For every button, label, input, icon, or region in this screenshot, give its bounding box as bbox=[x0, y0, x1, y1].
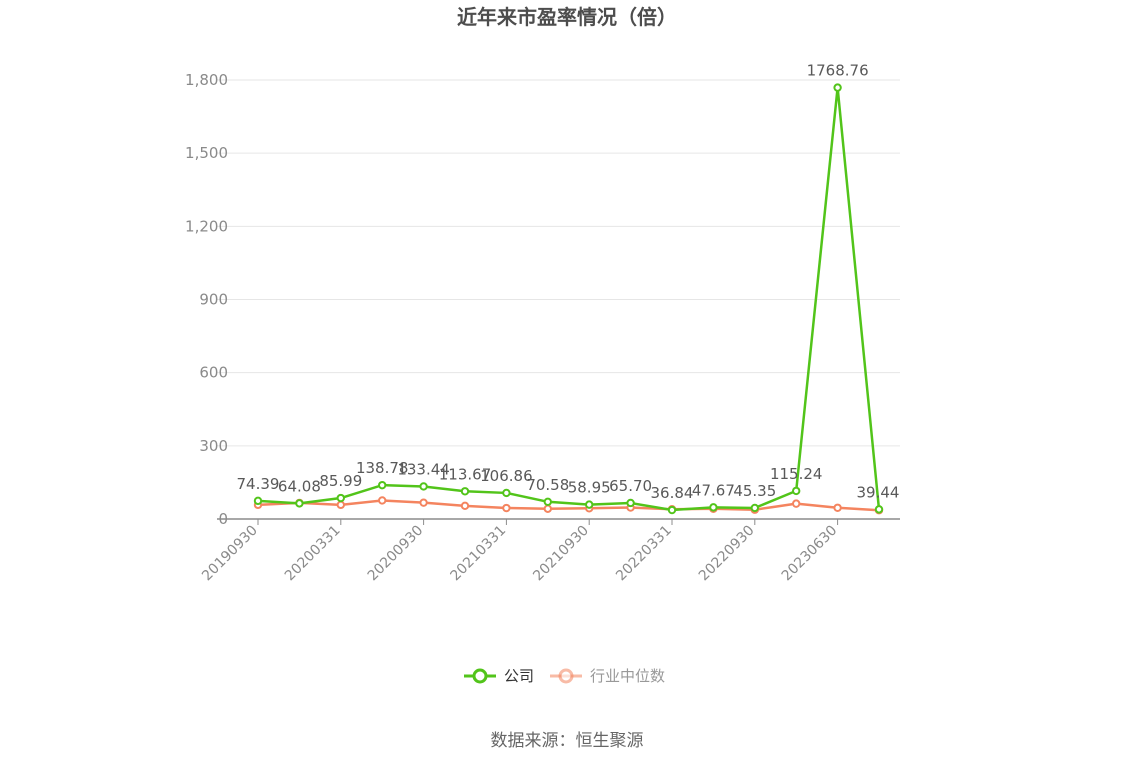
data-point-company[interactable] bbox=[833, 83, 842, 92]
grid-lines bbox=[217, 79, 900, 447]
pe-ratio-chart: 近年来市盈率情况（倍） 03006009001,2001,5001,800 20… bbox=[185, 5, 900, 751]
data-label: 36.84 bbox=[651, 484, 694, 502]
data-point-company[interactable] bbox=[253, 496, 263, 506]
data-point-company[interactable] bbox=[295, 499, 304, 508]
data-label: 115.24 bbox=[770, 465, 823, 483]
data-point-industry-median[interactable] bbox=[543, 504, 552, 513]
y-tick-label: 900 bbox=[199, 291, 228, 309]
data-point-industry-median[interactable] bbox=[336, 500, 345, 510]
data-point-company[interactable] bbox=[709, 503, 718, 512]
legend-marker-industry-median bbox=[558, 668, 574, 684]
y-tick-label: 600 bbox=[199, 364, 228, 382]
data-point-company[interactable] bbox=[378, 480, 387, 490]
data-point-company[interactable] bbox=[792, 486, 801, 496]
x-tick-label: 20200331 bbox=[282, 523, 344, 585]
series-line-company bbox=[257, 86, 881, 512]
series-line-industry-median bbox=[257, 499, 880, 512]
legend-item-company[interactable]: 公司 bbox=[464, 667, 534, 685]
data-point-industry-median[interactable] bbox=[460, 501, 470, 511]
source-note: 数据来源：恒生聚源 bbox=[491, 731, 644, 751]
data-labels: 74.3964.0885.99138.78133.44113.67106.867… bbox=[237, 62, 900, 502]
data-point-company[interactable] bbox=[419, 482, 428, 491]
data-label: 70.58 bbox=[526, 476, 569, 494]
data-point-company[interactable] bbox=[543, 497, 552, 506]
chart-title: 近年来市盈率情况（倍） bbox=[457, 5, 677, 29]
y-tick-label: 1,200 bbox=[185, 217, 228, 235]
x-tick-label: 20210331 bbox=[448, 523, 510, 585]
data-point-company[interactable] bbox=[336, 493, 345, 503]
data-label: 74.39 bbox=[237, 475, 280, 493]
data-label: 1768.76 bbox=[807, 62, 869, 80]
data-point-company[interactable] bbox=[667, 505, 677, 515]
data-point-industry-median[interactable] bbox=[419, 498, 428, 507]
data-label: 58.95 bbox=[568, 479, 611, 497]
data-label: 47.67 bbox=[692, 481, 735, 499]
data-label: 65.70 bbox=[609, 477, 652, 495]
legend-marker-company bbox=[472, 668, 488, 684]
data-point-company[interactable] bbox=[460, 487, 470, 496]
data-point-company[interactable] bbox=[585, 500, 594, 509]
data-point-industry-median[interactable] bbox=[833, 503, 842, 512]
x-tick-label: 20200930 bbox=[365, 523, 427, 585]
data-point-industry-median[interactable] bbox=[378, 496, 387, 505]
data-label: 106.86 bbox=[480, 467, 533, 485]
y-tick-label: 1,500 bbox=[185, 144, 228, 162]
x-tick-label: 20220331 bbox=[613, 523, 675, 585]
x-tick-label: 20190930 bbox=[199, 523, 261, 585]
series-group bbox=[253, 83, 884, 515]
data-point-company[interactable] bbox=[626, 498, 635, 508]
data-point-company[interactable] bbox=[874, 505, 884, 514]
y-axis-ticks: 03006009001,2001,5001,800 bbox=[185, 71, 228, 528]
legend-label-company: 公司 bbox=[504, 667, 534, 685]
data-label: 45.35 bbox=[733, 482, 776, 500]
data-point-industry-median[interactable] bbox=[502, 503, 511, 513]
data-point-company[interactable] bbox=[750, 503, 759, 513]
legend[interactable]: 公司 行业中位数 bbox=[464, 667, 665, 685]
data-label: 64.08 bbox=[278, 477, 321, 495]
x-tick-label: 20230630 bbox=[779, 523, 841, 585]
x-axis: 20190930 20200331 20200930 20210331 20210930… bbox=[199, 518, 900, 585]
y-tick-label: 300 bbox=[199, 437, 228, 455]
legend-item-industry-median[interactable]: 行业中位数 bbox=[550, 667, 665, 685]
legend-label-industry-median: 行业中位数 bbox=[590, 667, 665, 685]
data-label: 39.44 bbox=[857, 483, 900, 501]
y-tick-label: 1,800 bbox=[185, 71, 228, 89]
x-tick-label: 20220930 bbox=[696, 523, 758, 585]
data-point-company[interactable] bbox=[502, 488, 511, 498]
x-tick-label: 20210930 bbox=[530, 523, 592, 585]
data-point-industry-median[interactable] bbox=[792, 499, 801, 508]
